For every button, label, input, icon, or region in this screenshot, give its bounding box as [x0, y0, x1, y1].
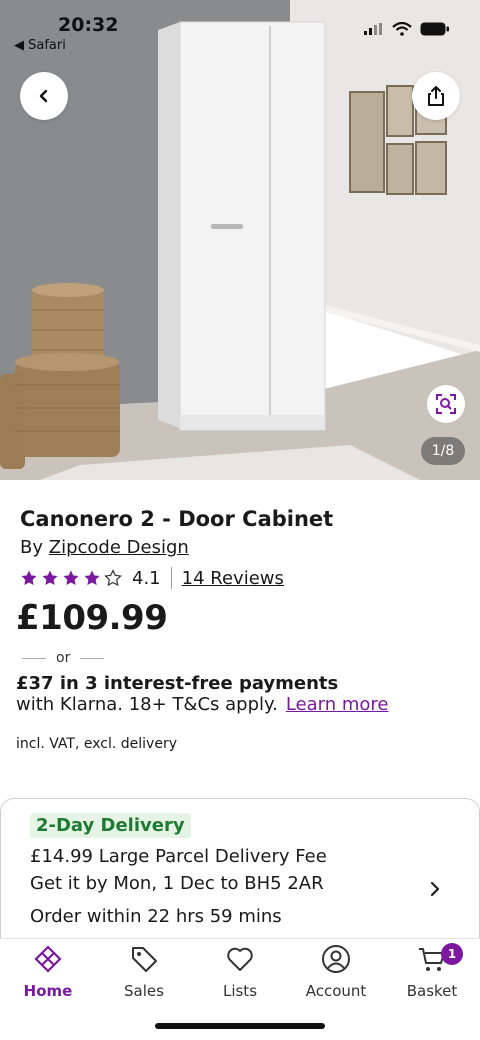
nav-account[interactable]: Account [296, 944, 376, 1000]
nav-lists-label: Lists [222, 982, 258, 1000]
learn-more-link[interactable]: Learn more [286, 694, 389, 715]
brand-link[interactable]: Zipcode Design [49, 537, 189, 558]
visual-search-icon [436, 394, 456, 414]
rating-stars [20, 569, 122, 587]
tag-icon [132, 947, 157, 972]
vat-note: incl. VAT, excl. delivery [16, 736, 177, 752]
nav-sales-label: Sales [124, 982, 164, 1000]
account-icon [322, 945, 350, 973]
back-to-app-link[interactable]: ◀ Safari [14, 38, 66, 53]
star-empty-icon [104, 569, 122, 587]
nav-sales[interactable]: Sales [104, 944, 184, 1000]
product-photo [0, 0, 480, 480]
klarna-detail-line: with Klarna. 18+ T&Cs apply. Learn more [16, 694, 388, 715]
nav-lists[interactable]: Lists [200, 944, 280, 1000]
brand-prefix: By [20, 537, 44, 558]
or-separator: or [22, 650, 105, 666]
klarna-detail: with Klarna. 18+ T&Cs apply. [16, 694, 278, 715]
delivery-cutoff: Order within 22 hrs 59 mins [30, 906, 282, 927]
delivery-badge: 2-Day Delivery [30, 813, 191, 838]
or-label: or [56, 650, 71, 666]
nav-account-label: Account [305, 982, 367, 1000]
reviews-link[interactable]: 14 Reviews [182, 568, 284, 589]
product-price: £109.99 [16, 598, 168, 638]
klarna-headline: £37 in 3 interest-free payments [16, 673, 339, 694]
basket-count-badge: 1 [441, 943, 463, 965]
brand-line: By Zipcode Design [20, 537, 189, 558]
star-filled-icon [42, 570, 58, 585]
status-icons [364, 22, 450, 36]
star-filled-icon [21, 570, 37, 585]
wifi-icon [392, 22, 412, 36]
nav-basket-label: Basket [406, 982, 458, 1000]
product-title: Canonero 2 - Door Cabinet [20, 507, 334, 531]
signal-icon [364, 23, 382, 35]
share-button[interactable] [412, 72, 460, 120]
back-button[interactable] [20, 72, 68, 120]
home-indicator[interactable] [155, 1023, 325, 1029]
image-counter: 1/8 [421, 437, 465, 465]
nav-home-label: Home [23, 982, 73, 1000]
heart-icon [227, 947, 253, 971]
product-image[interactable] [0, 0, 480, 480]
delivery-eta: Get it by Mon, 1 Dec to BH5 2AR [30, 873, 324, 894]
rating-divider [170, 567, 172, 589]
home-icon [34, 945, 62, 973]
chevron-right-icon[interactable] [428, 880, 442, 898]
chevron-left-icon [39, 89, 48, 103]
nav-home[interactable]: Home [8, 944, 88, 1000]
or-line-left [22, 657, 46, 659]
rating-value: 4.1 [132, 567, 161, 589]
rating-row: 4.1 14 Reviews [20, 567, 284, 589]
visual-search-button[interactable] [427, 385, 465, 423]
delivery-fee: £14.99 Large Parcel Delivery Fee [30, 846, 327, 867]
or-line-right [80, 657, 105, 659]
share-icon [428, 86, 444, 106]
battery-icon [420, 22, 449, 36]
star-filled-icon [63, 570, 79, 585]
status-time: 20:32 [58, 14, 119, 36]
star-filled-icon [84, 570, 100, 585]
